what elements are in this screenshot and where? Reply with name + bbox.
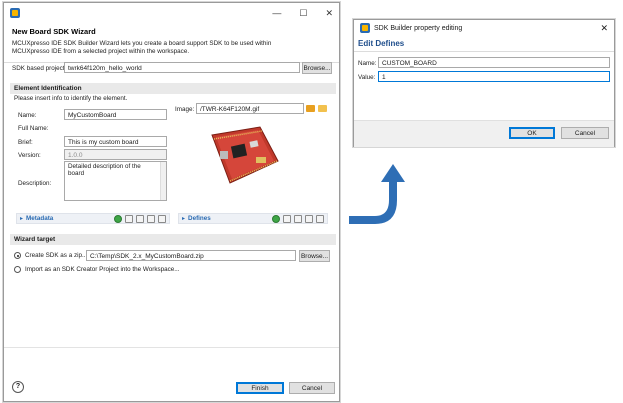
editor-window-title: SDK Builder property editing [374, 24, 463, 32]
sdk-project-browse-button[interactable]: Browse... [302, 62, 332, 74]
editor-name-label: Name: [358, 60, 377, 67]
brief-label: Brief: [18, 139, 33, 146]
image-path-field[interactable]: /TWR-K64F120M.gif [196, 103, 304, 114]
create-sdk-browse-button[interactable]: Browse... [299, 250, 330, 262]
help-glyph: ? [15, 383, 21, 390]
editor-header-title: Edit Defines [358, 39, 405, 48]
maximize-icon[interactable]: ☐ [299, 8, 307, 19]
create-sdk-option[interactable]: Create SDK as a zip... [14, 252, 87, 259]
close-icon[interactable]: ✕ [325, 8, 333, 19]
editor-close-icon[interactable]: ✕ [600, 23, 608, 34]
editor-value-field[interactable]: 1 [378, 71, 610, 82]
board-image [211, 126, 279, 184]
description-line-1: Detailed description of the [68, 163, 141, 170]
editor-name-field[interactable]: CUSTOM_BOARD [378, 57, 610, 68]
metadata-label: Metadata [26, 215, 54, 222]
wizard-header-desc-1: MCUXpresso IDE SDK Builder Wizard lets y… [12, 40, 272, 47]
element-identification-title: Element Identification [10, 83, 336, 94]
wizard-header: New Board SDK Wizard MCUXpresso IDE SDK … [4, 23, 339, 63]
copy-icon[interactable] [125, 214, 133, 223]
version-label: Version: [18, 152, 41, 159]
element-identification-hint: Please insert info to identify the eleme… [14, 95, 128, 102]
help-icon[interactable] [316, 214, 324, 223]
editor-titlebar: SDK Builder property editing ✕ [354, 20, 614, 36]
app-icon [10, 8, 20, 18]
wizard-header-desc-2: MCUXpresso IDE from a selected project w… [12, 48, 190, 55]
edit-icon[interactable] [136, 214, 144, 223]
metadata-expand-icon[interactable]: ▸ [20, 215, 23, 222]
create-sdk-path-field[interactable]: C:\Temp\SDK_2.x_MyCustomBoard.zip [86, 250, 296, 261]
minimize-icon[interactable]: — [272, 8, 281, 19]
textarea-scrollbar[interactable] [160, 162, 166, 200]
add-icon[interactable] [272, 214, 280, 223]
brief-field[interactable]: This is my custom board [64, 136, 167, 147]
import-sdk-radio[interactable] [14, 266, 21, 273]
help-button[interactable]: ? [12, 381, 24, 393]
wizard-titlebar: — ☐ ✕ [4, 3, 339, 23]
edit-icon[interactable] [294, 214, 302, 223]
version-field: 1.0.0 [64, 149, 167, 160]
create-sdk-label: Create SDK as a zip... [24, 252, 88, 260]
description-textarea[interactable]: Detailed description of the board [64, 161, 167, 201]
defines-expand-icon[interactable]: ▸ [182, 215, 185, 222]
description-line-2: board [68, 170, 85, 177]
import-sdk-label: Import as an SDK Creator Project into th… [24, 266, 180, 274]
wizard-header-title: New Board SDK Wizard [12, 27, 96, 36]
cancel-button[interactable]: Cancel [289, 382, 335, 394]
editor-cancel-button[interactable]: Cancel [561, 127, 609, 139]
import-sdk-option[interactable]: Import as an SDK Creator Project into th… [14, 266, 180, 273]
editor-value-label: Value: [358, 74, 376, 81]
remove-icon[interactable] [305, 214, 313, 223]
finish-button[interactable]: Finish [236, 382, 284, 394]
description-label: Description: [18, 180, 52, 187]
folder-icon[interactable] [318, 105, 327, 112]
editor-ok-button[interactable]: OK [509, 127, 555, 139]
defines-section[interactable]: ▸ Defines [178, 213, 328, 224]
add-icon[interactable] [114, 214, 122, 223]
new-board-sdk-wizard-window: — ☐ ✕ New Board SDK Wizard MCUXpresso ID… [3, 2, 340, 402]
open-image-icon[interactable] [306, 105, 315, 112]
wizard-target-title: Wizard target [10, 234, 336, 245]
name-label: Name: [18, 112, 37, 119]
remove-icon[interactable] [147, 214, 155, 223]
help-icon[interactable] [158, 214, 166, 223]
image-label: Image: [175, 106, 195, 113]
create-sdk-radio[interactable] [14, 252, 21, 259]
copy-icon[interactable] [283, 214, 291, 223]
footer-divider [4, 347, 339, 348]
sdk-project-label: SDK based project [12, 65, 65, 72]
defines-label: Defines [188, 215, 211, 222]
name-field[interactable]: MyCustomBoard [64, 109, 167, 120]
property-editor-window: SDK Builder property editing ✕ Edit Defi… [353, 19, 615, 147]
fullname-label: Full Name: [18, 125, 49, 132]
curved-arrow [349, 164, 405, 224]
editor-app-icon [360, 23, 370, 33]
editor-header: Edit Defines [354, 36, 614, 52]
metadata-section[interactable]: ▸ Metadata [16, 213, 170, 224]
sdk-project-field[interactable]: twrk64f120m_hello_world [64, 62, 300, 73]
